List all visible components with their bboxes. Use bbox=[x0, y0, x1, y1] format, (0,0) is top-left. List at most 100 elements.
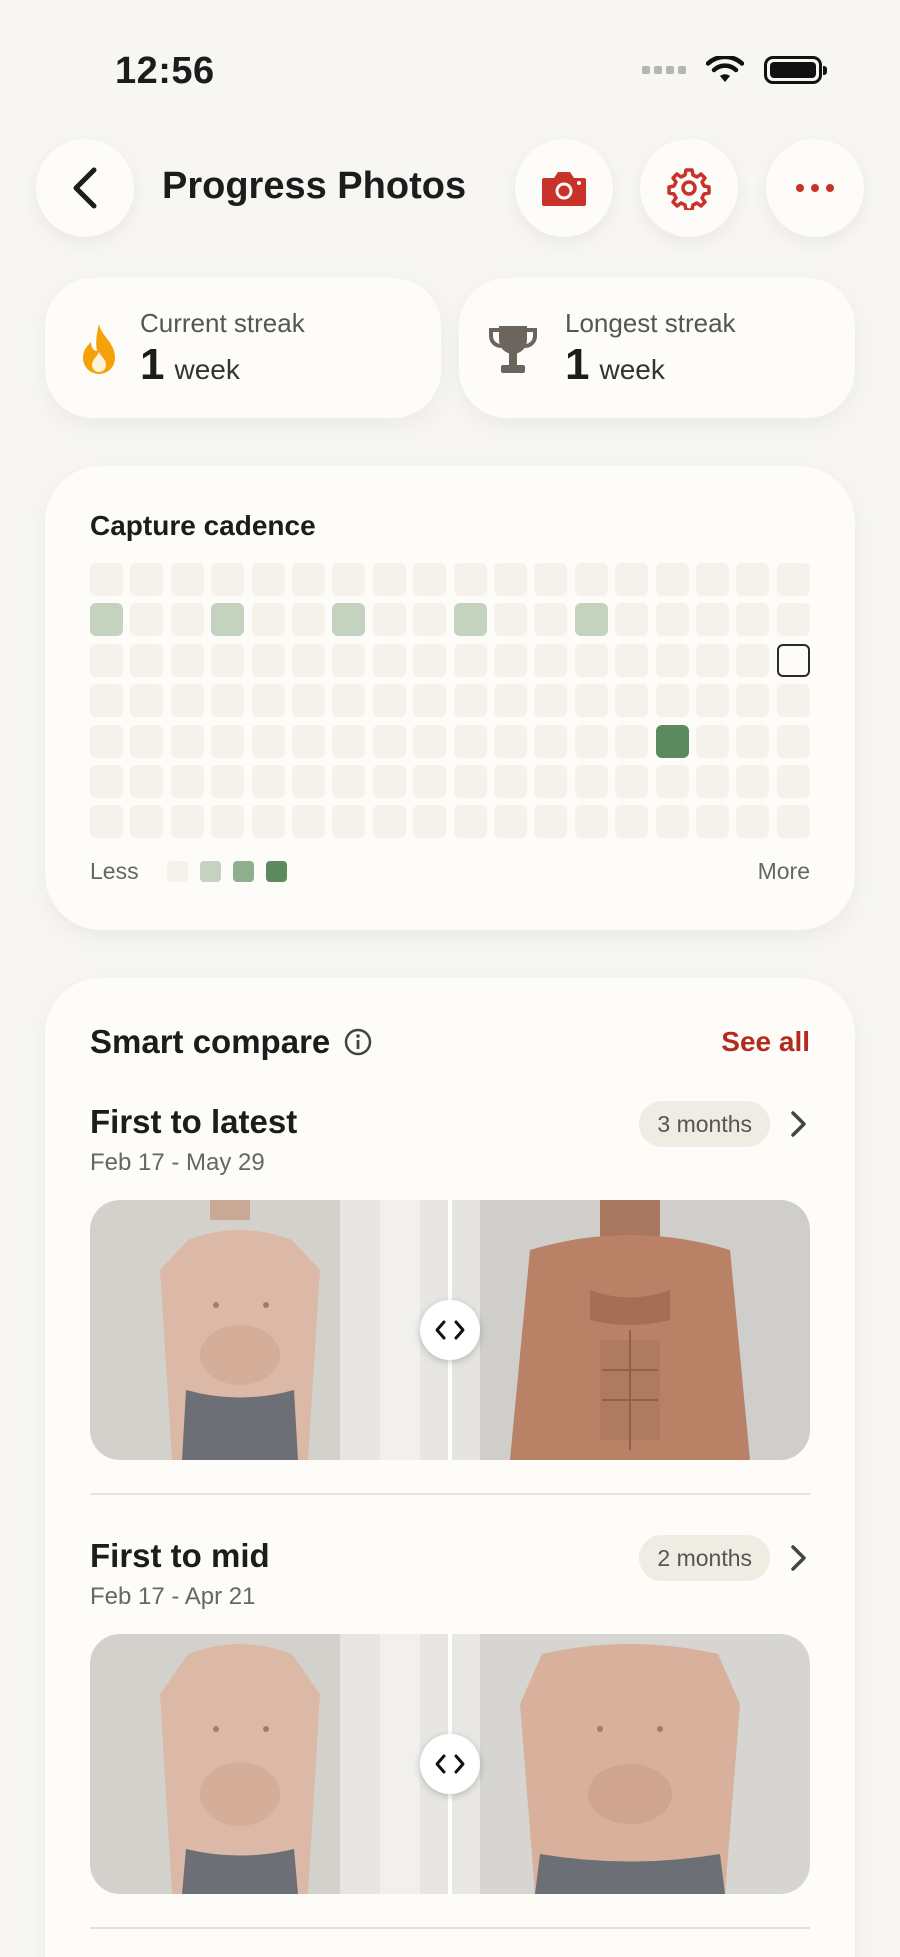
cadence-cell bbox=[736, 603, 770, 637]
cadence-cell bbox=[332, 603, 366, 637]
cadence-cell bbox=[292, 684, 325, 718]
trophy-icon bbox=[489, 326, 537, 373]
cadence-cell bbox=[696, 563, 729, 596]
cadence-cell bbox=[615, 643, 649, 677]
cadence-cell bbox=[534, 684, 568, 718]
cadence-cell bbox=[736, 684, 770, 718]
smart-compare-card: Smart compare See all First to latest Fe… bbox=[45, 978, 855, 1957]
smart-compare-title: Smart compare bbox=[90, 1023, 372, 1061]
cadence-cell bbox=[170, 684, 204, 718]
longest-streak-value: 1 week bbox=[565, 340, 665, 389]
cadence-cell bbox=[494, 643, 527, 677]
cadence-cell bbox=[372, 563, 406, 596]
cadence-cell bbox=[372, 643, 406, 677]
cadence-cell bbox=[130, 563, 164, 596]
swap-arrows-icon bbox=[435, 1754, 465, 1774]
more-horizontal-icon bbox=[796, 184, 834, 192]
cadence-cell bbox=[170, 643, 204, 677]
cadence-cell bbox=[170, 805, 204, 839]
cadence-cell bbox=[534, 563, 568, 596]
cadence-cell bbox=[292, 563, 325, 596]
cadence-cell bbox=[90, 643, 123, 677]
cadence-cell bbox=[292, 603, 325, 637]
cadence-cell bbox=[413, 805, 447, 839]
cadence-cell bbox=[130, 765, 164, 798]
cadence-cell bbox=[453, 684, 487, 718]
cadence-cell bbox=[211, 805, 245, 839]
cadence-cell bbox=[372, 805, 406, 839]
compare-slider-handle[interactable] bbox=[420, 1300, 480, 1360]
cadence-cell bbox=[534, 765, 568, 798]
cadence-cell bbox=[90, 765, 123, 798]
cadence-cell bbox=[332, 724, 366, 758]
cadence-cell bbox=[413, 684, 447, 718]
comparison-photo-pair[interactable] bbox=[90, 1200, 810, 1460]
swap-arrows-icon bbox=[435, 1320, 465, 1340]
compare-item-title: First to mid bbox=[90, 1537, 270, 1574]
cadence-cell bbox=[332, 563, 366, 596]
cadence-cell bbox=[211, 724, 245, 758]
cadence-cell bbox=[615, 765, 649, 798]
comparison-photo-pair[interactable] bbox=[90, 1634, 810, 1894]
cadence-cell bbox=[170, 724, 204, 758]
settings-button[interactable] bbox=[640, 139, 738, 237]
cadence-cell bbox=[413, 603, 447, 637]
cadence-cell bbox=[776, 724, 810, 758]
cadence-cell bbox=[494, 563, 527, 596]
cadence-cell bbox=[130, 603, 164, 637]
cadence-cell bbox=[574, 643, 608, 677]
cadence-cell bbox=[615, 684, 649, 718]
cadence-cell bbox=[696, 603, 729, 637]
cadence-cell bbox=[170, 765, 204, 798]
chevron-right-icon[interactable] bbox=[788, 1543, 810, 1573]
status-time: 12:56 bbox=[115, 50, 215, 92]
flame-icon bbox=[83, 324, 115, 374]
more-button[interactable] bbox=[766, 139, 864, 237]
cadence-cell bbox=[615, 805, 649, 839]
camera-icon bbox=[542, 172, 586, 206]
cadence-cell bbox=[251, 643, 285, 677]
compare-slider-handle[interactable] bbox=[420, 1734, 480, 1794]
cadence-cell bbox=[453, 563, 487, 596]
cadence-cell bbox=[534, 724, 568, 758]
cadence-cell bbox=[453, 603, 487, 637]
camera-button[interactable] bbox=[515, 139, 613, 237]
cadence-cell bbox=[292, 805, 325, 839]
cadence-cell bbox=[615, 603, 649, 637]
legend-less-label: Less bbox=[90, 858, 139, 884]
cadence-cell bbox=[453, 724, 487, 758]
see-all-link[interactable]: See all bbox=[721, 1026, 810, 1058]
cadence-cell bbox=[696, 684, 729, 718]
chevron-right-icon[interactable] bbox=[788, 1109, 810, 1139]
cadence-cell bbox=[211, 603, 245, 637]
legend-swatch-0 bbox=[166, 861, 188, 882]
cadence-cell bbox=[574, 724, 608, 758]
cadence-cell bbox=[534, 603, 568, 637]
cadence-cell bbox=[615, 563, 649, 596]
cadence-cell bbox=[372, 724, 406, 758]
cadence-cell bbox=[372, 684, 406, 718]
gear-icon bbox=[667, 168, 711, 210]
compare-item-title: First to latest bbox=[90, 1103, 298, 1140]
cadence-cell bbox=[332, 684, 366, 718]
battery-icon bbox=[764, 56, 827, 84]
smart-compare-title-text: Smart compare bbox=[90, 1023, 331, 1060]
cadence-cell bbox=[696, 643, 729, 677]
info-icon[interactable] bbox=[344, 1028, 372, 1056]
cadence-cell bbox=[494, 805, 527, 839]
cadence-cell bbox=[615, 724, 649, 758]
cadence-cell bbox=[776, 563, 810, 596]
cadence-cell bbox=[251, 603, 285, 637]
after-photo bbox=[450, 1200, 810, 1460]
cadence-cell bbox=[534, 805, 568, 839]
cadence-cell bbox=[655, 643, 689, 677]
cadence-cell bbox=[130, 643, 164, 677]
cadence-cell bbox=[130, 805, 164, 839]
legend-swatch-1 bbox=[199, 861, 221, 882]
back-button[interactable] bbox=[36, 139, 134, 237]
longest-streak-label: Longest streak bbox=[565, 308, 736, 338]
legend-swatch-2 bbox=[232, 861, 254, 882]
cadence-cell bbox=[292, 643, 325, 677]
cadence-cell bbox=[332, 805, 366, 839]
current-streak-label: Current streak bbox=[140, 308, 305, 338]
